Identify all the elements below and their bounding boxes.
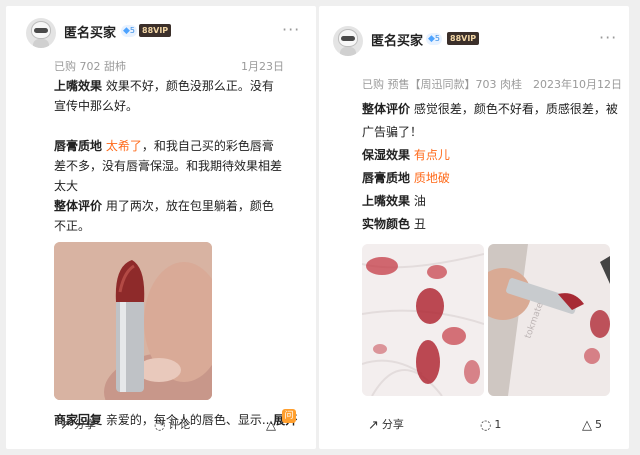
attr-text: 油 — [410, 194, 426, 208]
review-photo-lipstick-swatch[interactable]: tokmate — [488, 244, 610, 396]
review-card-left: 匿名买家 ◆5 88VIP ··· 已购 702 甜柿 1月23日 上嘴效果 效… — [6, 6, 316, 449]
more-dots-icon[interactable]: ··· — [599, 28, 617, 47]
like-icon: △ — [582, 418, 592, 433]
attr-text: 丑 — [410, 217, 426, 231]
review-header: 匿名买家 ◆5 88VIP ··· — [319, 6, 629, 58]
share-icon: ↗ — [60, 418, 71, 433]
review-card-right: 匿名买家 ◆5 88VIP ··· 已购 预售【周迅同款】703 肉桂 2023… — [319, 6, 629, 449]
review-paragraph: 上嘴效果 油 — [362, 190, 622, 213]
attr-label: 实物颜色 — [362, 217, 411, 231]
attr-label: 唇膏质地 — [362, 171, 411, 185]
purchase-meta: 已购 预售【周迅同款】703 肉桂 2023年10月12日 — [362, 76, 622, 94]
comment-icon: ◌ — [154, 418, 166, 433]
action-bar: ↗ 分享 ◌ 1 △ 5 — [362, 415, 612, 435]
lipstick-photo-illustration — [54, 242, 212, 400]
review-body: 已购 预售【周迅同款】703 肉桂 2023年10月12日 整体评价 感觉很差，… — [362, 76, 622, 236]
attr-highlight: 太希了 — [102, 139, 142, 153]
avatar-visor — [341, 36, 355, 41]
diamond-icon: ◆ — [123, 26, 130, 36]
review-photo-swatch[interactable] — [362, 244, 484, 396]
comment-button[interactable]: ◌ 1 — [480, 415, 501, 435]
attr-label: 上嘴效果 — [54, 79, 103, 93]
review-body: 已购 702 甜柿 1月23日 上嘴效果 效果不好，颜色没那么正。没有宣传中那么… — [54, 58, 297, 430]
like-button[interactable]: △ 5 — [582, 415, 602, 435]
review-paragraph: 整体评价 感觉很差，颜色不好看，质感很差，被广告骗了！ — [362, 98, 622, 144]
avatar[interactable] — [333, 26, 363, 56]
attr-label: 整体评价 — [362, 102, 411, 116]
tissue-swatch-illustration — [362, 244, 484, 396]
attr-highlight: 有点儿 — [410, 148, 450, 162]
review-date: 1月23日 — [241, 60, 284, 73]
review-photos: tokmate — [362, 244, 610, 396]
purchase-info: 已购 702 甜柿 — [54, 60, 126, 73]
share-button[interactable]: ↗ 分享 — [60, 415, 96, 435]
comment-icon: ◌ — [480, 418, 492, 433]
diamond-icon: ◆ — [428, 34, 435, 44]
review-paragraph: 唇膏质地 质地破 — [362, 167, 622, 190]
diamond-level-badge: ◆5 — [121, 25, 138, 37]
share-icon: ↗ — [368, 418, 379, 433]
like-icon: △ — [266, 418, 276, 433]
like-button[interactable]: △ — [266, 415, 279, 435]
avatar-body — [33, 39, 49, 48]
attr-label: 上嘴效果 — [362, 194, 411, 208]
share-button[interactable]: ↗ 分享 — [368, 415, 404, 435]
review-photo-lipstick[interactable] — [54, 242, 212, 400]
vip-badge: 88VIP — [139, 24, 172, 37]
action-bar: ↗ 分享 ◌ 评论 △ 问 — [54, 409, 304, 435]
username[interactable]: 匿名买家 — [371, 30, 423, 49]
review-paragraph: 实物颜色 丑 — [362, 213, 622, 236]
review-paragraph: 保湿效果 有点儿 — [362, 144, 622, 167]
vip-badge: 88VIP — [447, 32, 480, 45]
username[interactable]: 匿名买家 — [64, 22, 116, 41]
attr-label: 保湿效果 — [362, 148, 411, 162]
diamond-level-badge: ◆5 — [426, 33, 443, 45]
review-paragraph: 唇膏质地 太希了，和我自己买的彩色唇膏差不多，没有唇膏保湿。和我期待效果相差太大… — [54, 136, 284, 236]
avatar-body — [340, 47, 356, 56]
ask-float-button[interactable]: 问 — [282, 409, 296, 423]
more-dots-icon[interactable]: ··· — [282, 20, 300, 39]
avatar[interactable] — [26, 18, 56, 48]
attr-label: 唇膏质地 — [54, 139, 103, 153]
review-paragraph: 上嘴效果 效果不好，颜色没那么正。没有宣传中那么好。 — [54, 76, 284, 116]
lipstick-swatch-illustration: tokmate — [488, 244, 610, 396]
purchase-meta: 已购 702 甜柿 1月23日 — [54, 58, 284, 76]
review-date: 2023年10月12日 — [533, 78, 622, 91]
attr-label: 整体评价 — [54, 199, 103, 213]
avatar-visor — [34, 28, 48, 33]
review-header: 匿名买家 ◆5 88VIP ··· — [6, 6, 316, 58]
comment-button[interactable]: ◌ 评论 — [154, 415, 190, 435]
purchase-info: 已购 预售【周迅同款】703 肉桂 — [362, 78, 522, 91]
attr-highlight: 质地破 — [410, 171, 450, 185]
